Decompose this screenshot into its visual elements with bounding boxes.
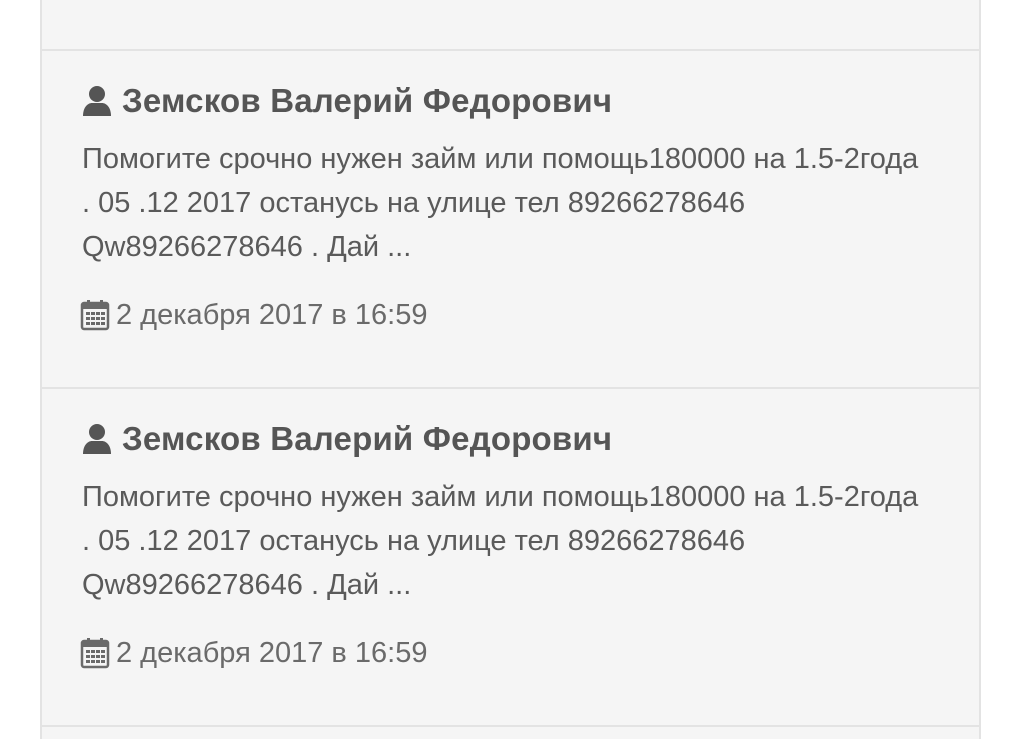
post-author[interactable]: Земсков Валерий Федорович (82, 419, 612, 459)
post-message: Помогите срочно нужен займ или помощь180… (82, 481, 919, 601)
calendar-icon (80, 637, 110, 669)
calendar-icon (80, 299, 110, 331)
post-date: 2 декабря 2017 в 16:59 (116, 298, 428, 331)
user-icon (82, 85, 112, 117)
previous-post-card[interactable] (42, 0, 979, 51)
post-date: 2 декабря 2017 в 16:59 (116, 636, 428, 669)
post-meta: 2 декабря 2017 в 16:59 (80, 633, 427, 673)
author-name[interactable]: Земсков Валерий Федорович (122, 82, 612, 120)
post-card[interactable]: Земсков Валерий Федорович Помогите срочн… (42, 389, 979, 727)
post-message: Помогите срочно нужен займ или помощь180… (82, 143, 919, 263)
post-author[interactable]: Земсков Валерий Федорович (82, 81, 612, 121)
author-name[interactable]: Земсков Валерий Федорович (122, 420, 612, 458)
post-card[interactable]: Земсков Валерий Федорович Помогите срочн… (42, 51, 979, 389)
user-icon (82, 423, 112, 455)
posts-list: Земсков Валерий Федорович Помогите срочн… (40, 0, 981, 739)
post-meta: 2 декабря 2017 в 16:59 (80, 295, 427, 335)
